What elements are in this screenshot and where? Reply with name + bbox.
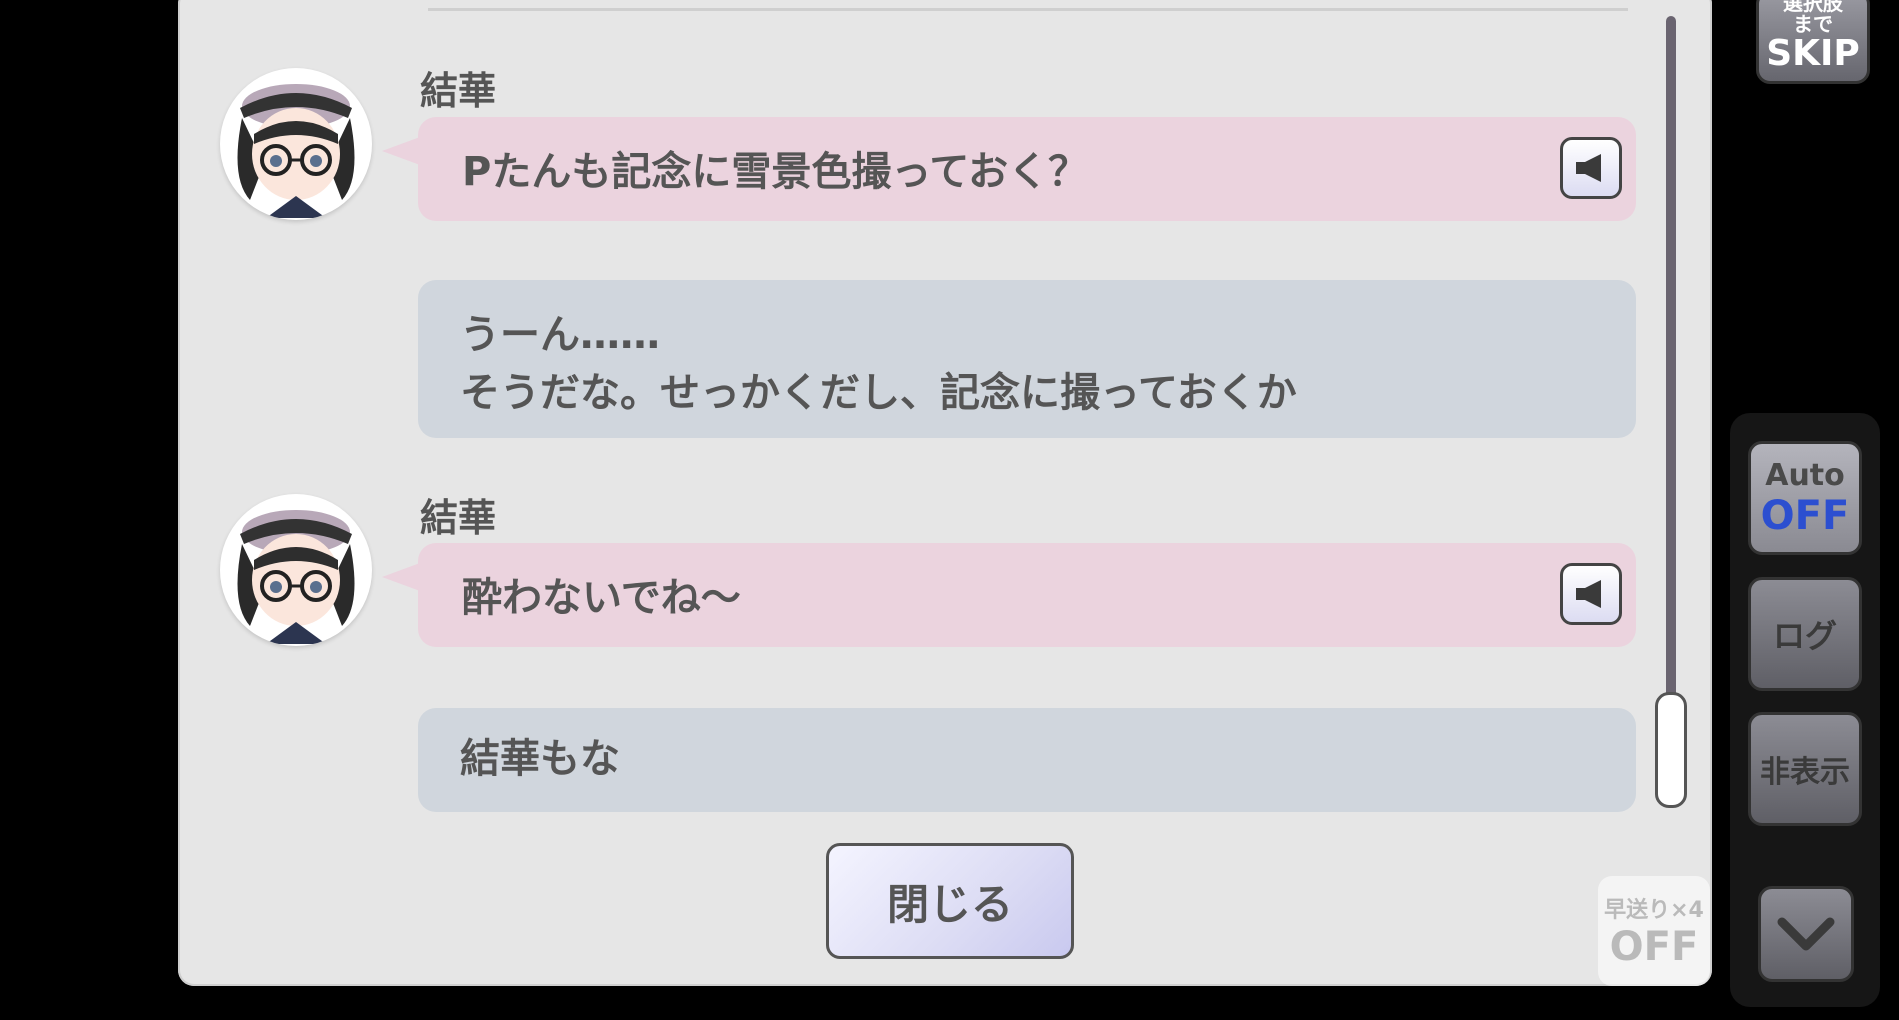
auto-state: OFF — [1760, 492, 1850, 539]
auto-button[interactable]: Auto OFF — [1748, 441, 1862, 555]
dialogue-bubble: うーん…… そうだな。せっかくだし、記念に撮っておくか — [418, 280, 1636, 438]
skip-to-choice-button[interactable]: 選択肢 まで SKIP — [1756, 0, 1870, 84]
dialogue-bubble: Pたんも記念に雪景色撮っておく？ — [382, 117, 1636, 221]
speaker-icon — [1576, 154, 1601, 182]
hide-button-label: 非表示 — [1760, 755, 1850, 790]
close-button[interactable]: 閉じる — [826, 843, 1074, 959]
dialogue-bubble: 酔わないでね～ — [382, 543, 1636, 647]
speaker-name: 結華 — [420, 69, 497, 113]
collapse-menu-button[interactable] — [1758, 886, 1854, 982]
skip-label-line3: SKIP — [1766, 33, 1860, 74]
scrollbar-thumb[interactable] — [1655, 692, 1687, 808]
speaker-name: 結華 — [420, 496, 497, 540]
voice-replay-button[interactable] — [1560, 137, 1622, 199]
dialogue-text: 酔わないでね～ — [462, 575, 741, 621]
log-button[interactable]: ログ — [1748, 577, 1862, 691]
auto-label: Auto — [1765, 457, 1845, 493]
close-button-label: 閉じる — [886, 879, 1013, 929]
skip-label-line2: まで — [1793, 12, 1833, 36]
fast-forward-button[interactable]: 早送り×4 OFF — [1598, 876, 1710, 986]
speaker-icon — [1576, 580, 1601, 608]
bubble-tail — [382, 563, 420, 591]
dialogue-text: 結華もな — [460, 736, 620, 782]
avatar — [220, 494, 372, 646]
avatar — [220, 68, 372, 220]
divider — [428, 8, 1628, 11]
character-portrait-icon — [237, 510, 355, 644]
voice-replay-button[interactable] — [1560, 563, 1622, 625]
chevron-down-icon — [1777, 917, 1835, 951]
dialogue-text-line1: うーん…… — [460, 312, 660, 358]
fast-forward-state: OFF — [1609, 924, 1699, 970]
fast-forward-label: 早送り×4 — [1604, 898, 1704, 923]
dialogue-text: Pたんも記念に雪景色撮っておく？ — [462, 149, 1089, 195]
dialogue-text-line2: そうだな。せっかくだし、記念に撮っておくか — [460, 370, 1297, 416]
dialogue-bubble: 結華もな — [418, 708, 1636, 812]
bubble-tail — [382, 137, 420, 165]
character-portrait-icon — [237, 84, 355, 218]
hide-button[interactable]: 非表示 — [1748, 712, 1862, 826]
scrollbar-track[interactable] — [1666, 16, 1676, 796]
log-button-label: ログ — [1772, 617, 1837, 655]
